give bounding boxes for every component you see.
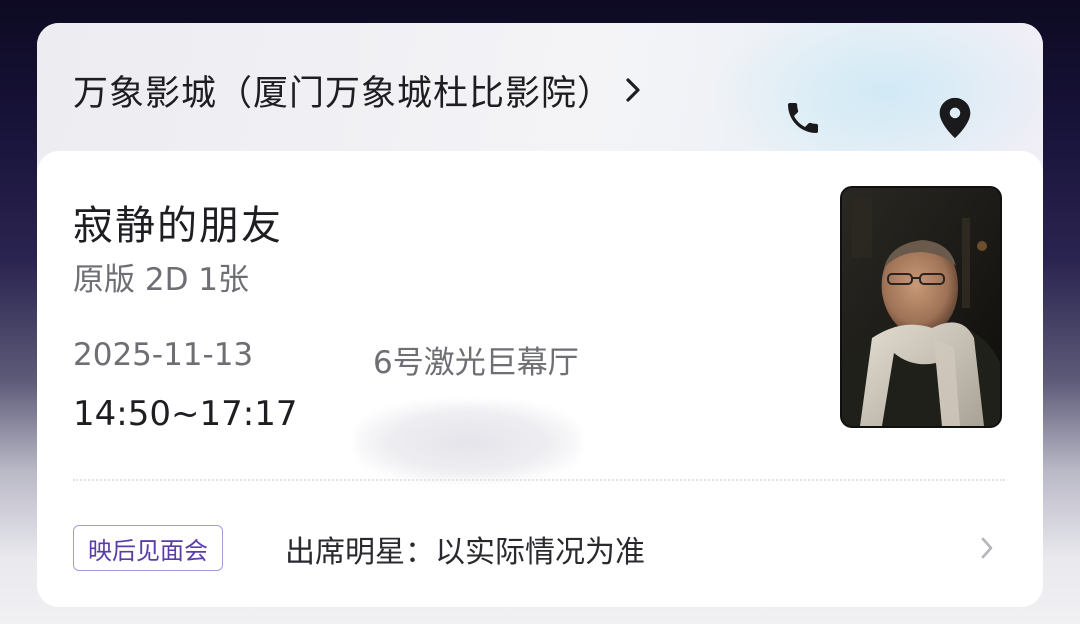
guest-info: 出席明星：以实际情况为准 xyxy=(285,535,645,570)
seat-info-redacted xyxy=(355,401,581,483)
chevron-right-icon xyxy=(625,76,641,104)
phone-icon xyxy=(783,96,823,144)
call-cinema-button[interactable] xyxy=(778,95,828,145)
dotted-divider xyxy=(73,479,1005,481)
movie-poster[interactable] xyxy=(842,188,1000,426)
event-badge: 映后见面会 xyxy=(73,525,223,571)
show-time: 14:50~17:17 xyxy=(73,394,298,434)
hall-name: 6号激光巨幕厅 xyxy=(373,345,579,381)
navigate-location-button[interactable] xyxy=(930,95,980,145)
cinema-name: 万象影城（厦门万象城杜比影院） xyxy=(73,73,614,114)
cinema-name-link[interactable]: 万象影城（厦门万象城杜比影院） xyxy=(73,67,641,114)
ticket-body: 寂静的朋友 原版 2D 1张 2025-11-13 6号激光巨幕厅 14:50~… xyxy=(37,151,1043,607)
location-pin-icon xyxy=(932,92,978,148)
ticket-card: 万象影城（厦门万象城杜比影院） 寂静的朋友 原版 2D 1张 2025-11-1… xyxy=(37,23,1043,607)
movie-title: 寂静的朋友 xyxy=(73,203,283,249)
show-date: 2025-11-13 xyxy=(73,337,254,373)
chevron-right-icon xyxy=(979,535,995,561)
meet-event-row[interactable]: 映后见面会 出席明星：以实际情况为准 xyxy=(37,523,1043,579)
ticket-version-count: 原版 2D 1张 xyxy=(73,262,250,298)
